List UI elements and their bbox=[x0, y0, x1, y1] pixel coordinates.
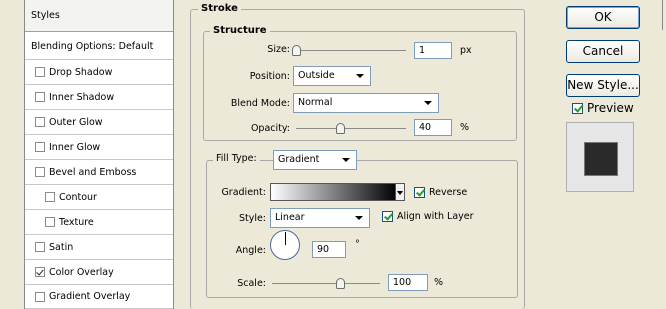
style-label: Style: bbox=[238, 213, 266, 224]
angle-unit: ° bbox=[355, 239, 360, 250]
texture-checkbox[interactable] bbox=[45, 217, 55, 227]
position-select[interactable]: Outside bbox=[293, 66, 371, 86]
style-item-label: Color Overlay bbox=[49, 266, 114, 278]
structure-title: Structure bbox=[210, 25, 270, 36]
style-item-label: Satin bbox=[49, 241, 74, 253]
opacity-slider-thumb[interactable] bbox=[336, 123, 345, 134]
outer-glow-checkbox[interactable] bbox=[35, 117, 45, 127]
scale-slider-thumb[interactable] bbox=[336, 278, 345, 289]
style-item-drop-shadow[interactable]: Drop Shadow bbox=[25, 60, 173, 85]
style-item-contour[interactable]: Contour bbox=[25, 185, 173, 210]
styles-header[interactable]: Styles bbox=[25, 0, 173, 32]
size-slider-thumb[interactable] bbox=[292, 45, 301, 56]
align-with-layer-label: Align with Layer bbox=[397, 211, 474, 222]
color-overlay-checkbox[interactable] bbox=[35, 267, 45, 277]
preview-label: Preview bbox=[587, 101, 634, 115]
fill-type-select-value: Gradient bbox=[278, 154, 320, 165]
bevel-emboss-checkbox[interactable] bbox=[35, 167, 45, 177]
style-item-outer-glow[interactable]: Outer Glow bbox=[25, 110, 173, 135]
reverse-label: Reverse bbox=[429, 187, 468, 198]
position-label: Position: bbox=[249, 71, 290, 82]
gradient-swatch[interactable] bbox=[270, 183, 398, 201]
angle-input[interactable]: 90 bbox=[312, 241, 346, 258]
blend-mode-select[interactable]: Normal bbox=[293, 93, 439, 113]
style-item-label: Inner Glow bbox=[49, 141, 101, 153]
inner-glow-checkbox[interactable] bbox=[35, 142, 45, 152]
style-item-label: Drop Shadow bbox=[49, 66, 113, 78]
style-select[interactable]: Linear bbox=[270, 208, 370, 228]
style-item-label: Contour bbox=[59, 191, 97, 203]
satin-checkbox[interactable] bbox=[35, 242, 45, 252]
opacity-unit: % bbox=[460, 122, 470, 133]
drop-shadow-checkbox[interactable] bbox=[35, 67, 45, 77]
blending-options-item[interactable]: Blending Options: Default bbox=[25, 33, 173, 60]
scale-label: Scale: bbox=[237, 278, 266, 289]
scale-slider-track[interactable] bbox=[272, 283, 380, 284]
preview-thumbnail bbox=[566, 122, 634, 192]
style-item-color-overlay[interactable]: Color Overlay bbox=[25, 260, 173, 285]
style-item-label: Gradient Overlay bbox=[49, 291, 131, 302]
stroke-title: Stroke bbox=[198, 3, 241, 14]
size-input[interactable]: 1 bbox=[414, 42, 452, 59]
style-item-texture[interactable]: Texture bbox=[25, 210, 173, 235]
style-item-label: Bevel and Emboss bbox=[49, 166, 137, 178]
scale-unit: % bbox=[434, 277, 444, 288]
fill-type-select[interactable]: Gradient bbox=[273, 150, 357, 170]
gradient-overlay-checkbox[interactable] bbox=[35, 291, 45, 302]
blend-mode-select-value: Normal bbox=[298, 97, 333, 108]
angle-label: Angle: bbox=[235, 245, 266, 256]
style-item-satin[interactable]: Satin bbox=[25, 235, 173, 260]
contour-checkbox[interactable] bbox=[45, 192, 55, 202]
size-unit: px bbox=[460, 45, 472, 56]
style-select-value: Linear bbox=[275, 212, 305, 223]
style-item-inner-shadow[interactable]: Inner Shadow bbox=[25, 85, 173, 110]
size-slider-track[interactable] bbox=[296, 50, 406, 51]
style-item-label: Inner Shadow bbox=[49, 91, 115, 103]
size-label: Size: bbox=[267, 44, 290, 55]
style-item-label: Texture bbox=[59, 216, 94, 228]
cancel-button[interactable]: Cancel bbox=[566, 40, 640, 63]
style-item-gradient-overlay[interactable]: Gradient Overlay bbox=[25, 285, 173, 309]
ok-button[interactable]: OK bbox=[566, 6, 640, 29]
new-style-button[interactable]: New Style... bbox=[566, 74, 640, 97]
position-select-value: Outside bbox=[298, 70, 335, 81]
gradient-dropdown-button[interactable] bbox=[395, 183, 405, 201]
style-item-inner-glow[interactable]: Inner Glow bbox=[25, 135, 173, 160]
reverse-checkbox[interactable] bbox=[414, 187, 425, 198]
fill-type-label: Fill Type: bbox=[213, 153, 260, 164]
opacity-slider-track[interactable] bbox=[296, 128, 406, 129]
preview-checkbox[interactable] bbox=[572, 103, 583, 114]
style-item-bevel-emboss[interactable]: Bevel and Emboss bbox=[25, 160, 173, 185]
chevron-down-icon bbox=[424, 101, 432, 105]
chevron-down-icon bbox=[355, 216, 363, 220]
styles-header-label: Styles bbox=[31, 10, 60, 21]
blending-options-label: Blending Options: Default bbox=[31, 40, 154, 52]
inner-shadow-checkbox[interactable] bbox=[35, 92, 45, 102]
blend-mode-label: Blend Mode: bbox=[230, 98, 290, 109]
edge-divider bbox=[662, 0, 663, 30]
opacity-input[interactable]: 40 bbox=[414, 119, 452, 136]
opacity-label: Opacity: bbox=[250, 123, 290, 134]
angle-dial[interactable] bbox=[270, 230, 300, 260]
style-item-label: Outer Glow bbox=[49, 116, 103, 128]
styles-list-panel: Styles Blending Options: Default Drop Sh… bbox=[24, 0, 174, 309]
preview-swatch bbox=[584, 142, 618, 176]
chevron-down-icon bbox=[342, 158, 350, 162]
gradient-label: Gradient: bbox=[221, 187, 266, 198]
scale-input[interactable]: 100 bbox=[388, 274, 428, 291]
align-with-layer-checkbox[interactable] bbox=[382, 211, 393, 222]
chevron-down-icon bbox=[356, 74, 364, 78]
